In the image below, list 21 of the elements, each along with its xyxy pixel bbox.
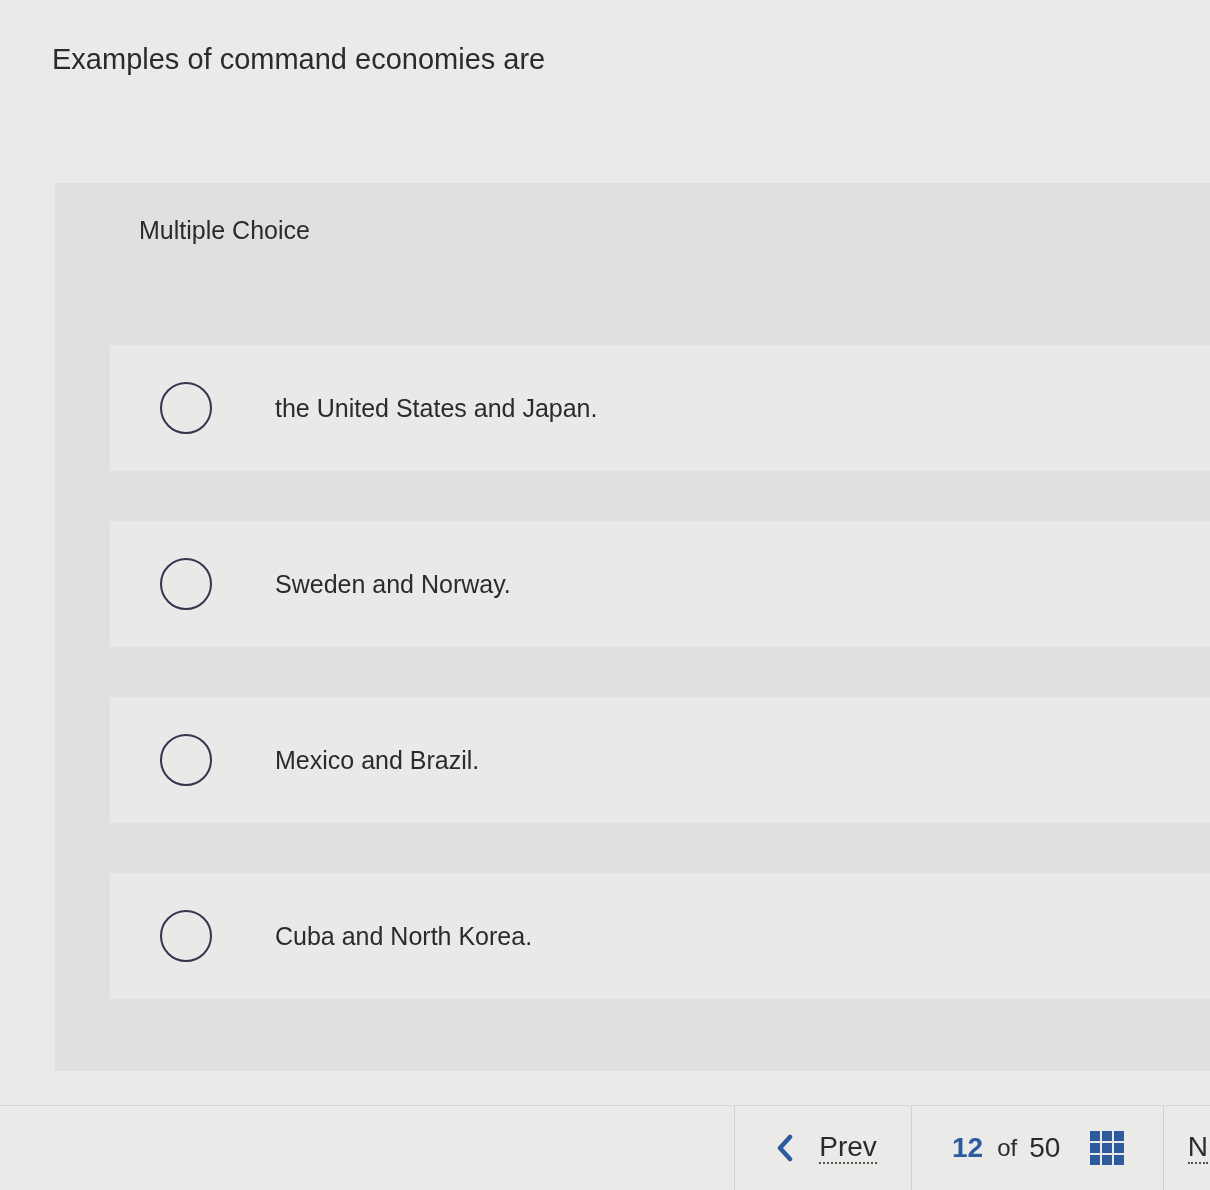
radio-button[interactable] bbox=[160, 910, 212, 962]
prev-button[interactable]: Prev bbox=[734, 1106, 912, 1190]
radio-button[interactable] bbox=[160, 558, 212, 610]
position-separator: of bbox=[997, 1134, 1018, 1162]
current-question-number: 12 bbox=[952, 1132, 984, 1164]
answer-option[interactable]: Sweden and Norway. bbox=[110, 521, 1210, 647]
chevron-left-icon bbox=[777, 1134, 794, 1162]
radio-button[interactable] bbox=[160, 734, 212, 786]
question-total: 50 bbox=[1029, 1132, 1061, 1164]
answer-option[interactable]: the United States and Japan. bbox=[110, 345, 1210, 471]
question-text: Examples of command economies are bbox=[52, 42, 546, 77]
answer-option[interactable]: Cuba and North Korea. bbox=[110, 873, 1210, 999]
option-label: the United States and Japan. bbox=[275, 393, 598, 424]
option-label: Mexico and Brazil. bbox=[275, 745, 480, 776]
radio-button[interactable] bbox=[160, 382, 212, 434]
option-label: Cuba and North Korea. bbox=[275, 921, 533, 952]
next-button[interactable]: N bbox=[1164, 1106, 1210, 1190]
answer-option[interactable]: Mexico and Brazil. bbox=[110, 697, 1210, 823]
grid-icon[interactable] bbox=[1090, 1131, 1125, 1165]
option-label: Sweden and Norway. bbox=[275, 569, 511, 600]
question-type-label: Multiple Choice bbox=[139, 215, 310, 246]
